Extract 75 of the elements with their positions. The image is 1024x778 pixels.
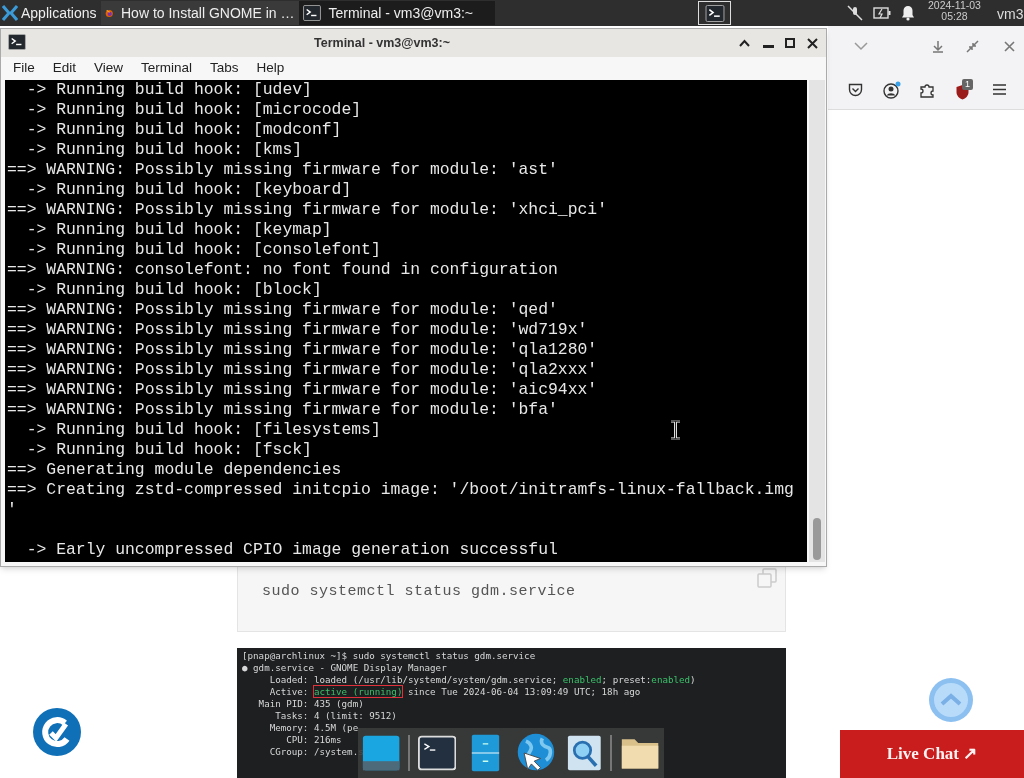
code-text: sudo systemctl status gdm.service [262, 582, 576, 602]
screenshot-line: Loaded: loaded (/usr/lib/systemd/system/gdm.service; enabled; preset:enabled) [268, 674, 696, 685]
live-chat-button[interactable]: Live Chat ↗ [840, 730, 1024, 778]
file-cabinet-icon[interactable] [470, 732, 502, 774]
menu-logo-icon [2, 5, 18, 21]
terminal-line: -> Running build hook: [udev] [25, 80, 312, 100]
terminal-line: ==> WARNING: Possibly missing firmware for module: 'qed' [6, 300, 558, 320]
menu-item[interactable]: Terminal [141, 58, 193, 79]
close-icon[interactable] [807, 38, 818, 49]
task-button[interactable]: Terminal - vm3@vm3:~ [298, 1, 495, 25]
terminal-line: -> Running build hook: [block] [25, 280, 322, 300]
terminal-line: ==> WARNING: Possibly missing firmware for module: 'aic94xx' [6, 380, 598, 400]
menu-item[interactable]: File [13, 58, 35, 79]
terminal-line: -> Running build hook: [keyboard] [25, 180, 352, 200]
logo-icon[interactable] [32, 707, 82, 757]
terminal-icon [302, 5, 321, 21]
menu-item[interactable]: Tabs [210, 58, 239, 79]
time-text: 05:28 [941, 11, 968, 22]
terminal-line: ==> WARNING: Possibly missing firmware for module: 'bfa' [6, 400, 558, 420]
terminal-icon [8, 34, 26, 50]
muted-mic-icon[interactable] [847, 5, 863, 21]
download-icon[interactable] [932, 40, 944, 53]
terminal-line: ==> WARNING: Possibly missing firmware for module: 'wd719x' [6, 320, 588, 340]
terminal-line: ==> WARNING: Possibly missing firmware for module: 'qla1280' [6, 340, 598, 360]
screenshot-line: Active: [268, 686, 310, 697]
terminal-line: ==> Generating module dependencies [6, 460, 342, 480]
terminal-line: ==> Creating zstd-compressed initcpio image: '/boot/initramfs-linux-fallback.img [6, 480, 794, 500]
chevron-down-icon[interactable] [854, 41, 868, 51]
screenshot-line: Tasks: 4 (limit: 9512) [274, 710, 397, 721]
terminal-line: -> Running build hook: [keymap] [25, 220, 332, 240]
task-button[interactable]: How to Install GNOME in … [100, 1, 299, 25]
battery-icon[interactable] [873, 7, 891, 19]
screenshot-line: Memory: 4.5M (pe [268, 722, 359, 733]
collapse-icon[interactable] [966, 40, 979, 53]
terminal-line: ==> WARNING: Possibly missing firmware for module: 'xhci_pci' [6, 200, 607, 220]
date-text: 2024-11-03 [928, 0, 981, 11]
terminal-line: -> Running build hook: [consolefont] [25, 240, 381, 260]
terminal-line: -> Running build hook: [kms] [25, 140, 303, 160]
terminal-line: ==> WARNING: consolefont: no font found in configuration [6, 260, 558, 280]
terminal-line: -> Early uncompressed CPIO image generation successful [25, 539, 558, 560]
workspace-pager[interactable] [698, 1, 731, 25]
puzzle-icon[interactable] [920, 82, 935, 98]
menu-item[interactable]: View [94, 58, 124, 79]
screenshot-line: [pnap@archlinux ~]$ sudo systemctl status gdm.service [242, 650, 536, 661]
screenshot-line: ● gdm.service - GNOME Display Manager [242, 662, 447, 673]
status-highlight: active (running) [313, 686, 403, 697]
search-icon[interactable] [567, 733, 603, 773]
clock[interactable]: 2024-11-03 05:28 [928, 0, 981, 22]
maximize-icon[interactable] [785, 38, 795, 48]
screenshot-line: Main PID: 435 (gdm) [257, 698, 364, 709]
terminal-line: -> Running build hook: [modconf] [25, 120, 342, 140]
terminal-icon [704, 4, 725, 22]
terminal-icon[interactable] [418, 734, 457, 772]
shade-icon[interactable] [739, 39, 750, 47]
count-badge: 1 [962, 79, 973, 90]
terminal-line: ' [6, 500, 17, 520]
applications-menu[interactable]: Applications [0, 0, 101, 26]
menu-icon[interactable] [993, 84, 1006, 95]
terminal-line: ==> WARNING: Possibly missing firmware for module: 'qla2xxx' [6, 360, 598, 380]
text-cursor-icon [670, 420, 681, 440]
window-title: Terminal - vm3@vm3:~ [314, 35, 450, 52]
bell-icon[interactable] [901, 5, 915, 21]
terminal-line: -> Running build hook: [fsck] [25, 440, 312, 460]
menu-item[interactable]: Edit [52, 58, 77, 79]
user-name[interactable]: vm3 [997, 4, 1024, 25]
account-icon[interactable] [883, 81, 902, 99]
menu-item[interactable]: Help [256, 58, 285, 79]
screenshot-line: CPU: 216ms [285, 734, 342, 745]
scrollbar[interactable] [809, 80, 825, 562]
terminal-line: -> Running build hook: [filesystems] [25, 420, 381, 440]
terminal-line: -> Running build hook: [microcode] [25, 100, 362, 120]
terminal-line: ==> WARNING: Possibly missing firmware for module: 'ast' [6, 160, 558, 180]
scrollbar-thumb[interactable] [813, 518, 821, 560]
screenshot-line: since Tue 2024-06-04 13:09:49 UTC; 18h ago [406, 686, 641, 697]
pocket-icon[interactable] [848, 83, 863, 97]
